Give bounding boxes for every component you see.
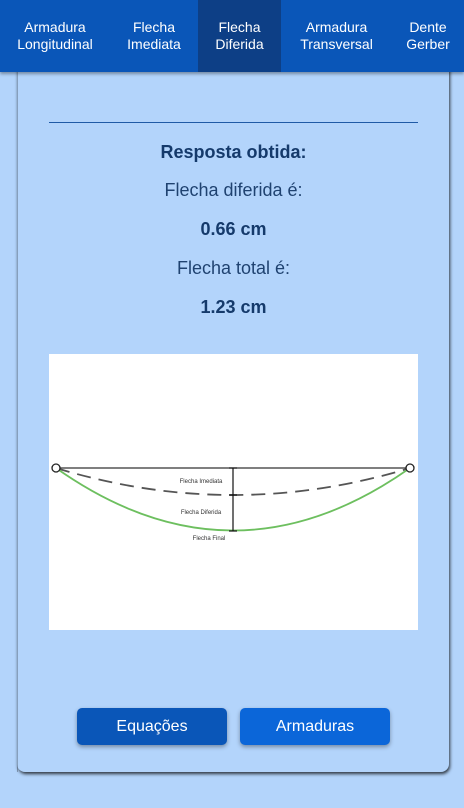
deflection-diagram: Flecha Imediata Flecha Diferida Flecha F… — [49, 354, 418, 630]
deferred-deflection-value: 0.66 cm — [200, 219, 267, 239]
deflection-diagram-svg: Flecha Imediata Flecha Diferida Flecha F… — [51, 463, 415, 542]
tab-flecha-imediata[interactable]: Flecha Imediata — [110, 0, 198, 72]
final-deflection-label: Flecha Final — [193, 536, 226, 542]
total-deflection-value: 1.23 cm — [200, 297, 267, 317]
tab-armadura-transversal[interactable]: Armadura Transversal — [281, 0, 392, 72]
deferred-deflection-diagram-label: Flecha Diferida — [181, 510, 222, 516]
tab-label: Armadura Transversal — [300, 19, 373, 52]
tab-label: Armadura Longitudinal — [17, 19, 93, 52]
divider — [49, 122, 418, 123]
tab-dente-gerber[interactable]: Dente Gerber — [392, 0, 464, 72]
tab-flecha-diferida[interactable]: Flecha Diferida — [198, 0, 281, 72]
immediate-deflection-label: Flecha Imediata — [180, 479, 223, 485]
tab-armadura-longitudinal[interactable]: Armadura Longitudinal — [0, 0, 110, 72]
result-card: Resposta obtida: Flecha diferida é: 0.66… — [17, 60, 449, 772]
tab-label: Flecha Imediata — [127, 19, 181, 52]
tab-bar: Armadura Longitudinal Flecha Imediata Fl… — [0, 0, 464, 72]
equations-button[interactable]: Equações — [77, 708, 227, 745]
total-deflection-label: Flecha total é: — [176, 258, 291, 278]
tab-label: Flecha Diferida — [215, 19, 264, 52]
right-support-icon — [405, 463, 415, 473]
reinforcements-button[interactable]: Armaduras — [240, 708, 390, 745]
result-title: Resposta obtida: — [160, 142, 307, 162]
deferred-deflection-label: Flecha diferida é: — [164, 180, 303, 200]
tab-label: Dente Gerber — [406, 19, 450, 52]
left-support-icon — [51, 463, 61, 473]
